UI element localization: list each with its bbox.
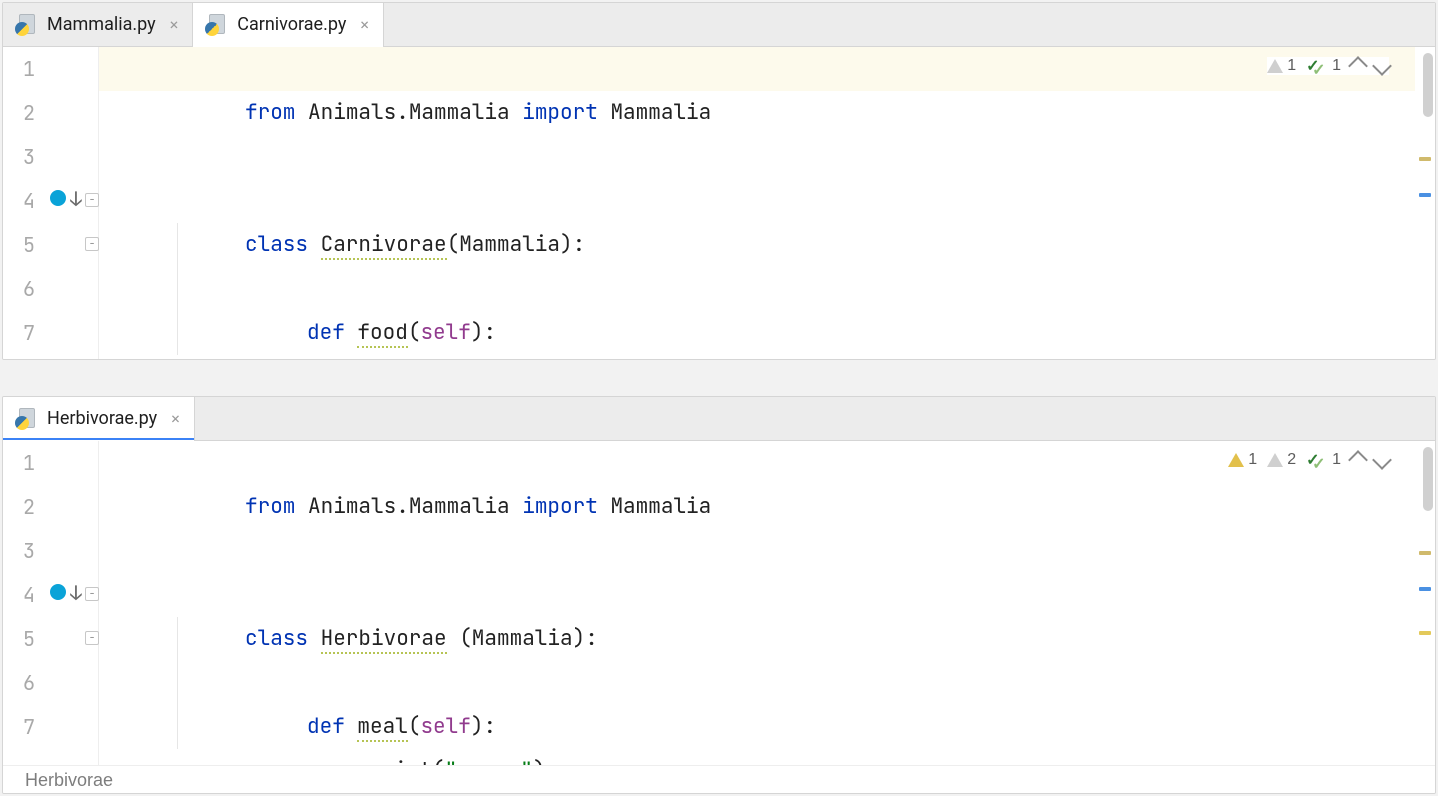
line-number: 4 [3, 573, 43, 617]
editor-body-top[interactable]: 1 2 3 4 5 6 7 from Animals.Mammalia impo… [3, 47, 1435, 359]
code-line[interactable]: def food(self): [99, 223, 1415, 267]
chevron-down-icon[interactable] [1372, 450, 1392, 470]
override-marker-icon[interactable] [47, 581, 69, 603]
split-divider[interactable] [2, 360, 1436, 396]
line-number: 4 [3, 179, 43, 223]
fold-icon[interactable] [85, 193, 99, 207]
check-ok-icon [1306, 452, 1328, 468]
tab-herbivorae[interactable]: Herbivorae.py × [3, 397, 195, 440]
fold-icon[interactable] [85, 631, 99, 645]
editor-body-bottom[interactable]: 1 2 3 4 5 6 7 from Animals.Mammalia impo… [3, 441, 1435, 765]
fold-icon[interactable] [85, 237, 99, 251]
chevron-up-icon[interactable] [1348, 56, 1368, 76]
close-icon[interactable]: × [164, 15, 179, 34]
code-line[interactable]: # TODO [99, 311, 1415, 355]
code-line[interactable] [99, 91, 1415, 135]
inspections-widget-top[interactable]: 1 1 [1267, 57, 1389, 75]
marker-info[interactable] [1419, 587, 1431, 591]
line-number: 2 [3, 485, 43, 529]
code-line[interactable]: def meal(self): [99, 617, 1415, 661]
tab-bar-top: Mammalia.py × Carnivorae.py × [3, 3, 1435, 47]
python-file-icon [207, 14, 229, 36]
code-line[interactable] [99, 529, 1415, 573]
tab-carnivorae[interactable]: Carnivorae.py × [193, 3, 384, 46]
code-line[interactable]: from Animals.Mammalia import Mammalia [99, 47, 1415, 91]
line-number: 3 [3, 135, 43, 179]
line-number: 7 [3, 311, 43, 355]
inspection-weak-warnings[interactable]: 2 [1267, 451, 1296, 469]
line-number: 7 [3, 705, 43, 749]
code-line[interactable]: # TODO [99, 705, 1415, 749]
tab-label: Herbivorae.py [47, 408, 157, 429]
code-line[interactable] [99, 485, 1415, 529]
inspection-warnings[interactable]: 1 [1228, 451, 1257, 469]
python-file-icon [17, 14, 39, 36]
scrollbar-thumb[interactable] [1423, 53, 1433, 117]
code-line[interactable]: class Herbivorae (Mammalia): [99, 573, 1415, 617]
marker-warning[interactable] [1419, 157, 1431, 161]
warning-triangle-dim-icon [1267, 59, 1283, 73]
code-line[interactable]: from Animals.Mammalia import Mammalia [99, 441, 1415, 485]
gutter-top[interactable]: 1 2 3 4 5 6 7 [3, 47, 99, 359]
tab-label: Carnivorae.py [237, 14, 346, 35]
warning-triangle-icon [1228, 453, 1244, 467]
line-number: 1 [3, 47, 43, 91]
inspection-weak-warnings[interactable]: 1 [1267, 57, 1296, 75]
line-number: 3 [3, 529, 43, 573]
line-number: 5 [3, 223, 43, 267]
tab-bar-bottom: Herbivorae.py × [3, 397, 1435, 441]
chevron-down-icon[interactable] [1372, 56, 1392, 76]
code-line[interactable]: print("grass") [99, 661, 1415, 705]
line-number: 2 [3, 91, 43, 135]
scrollbar-thumb[interactable] [1423, 447, 1433, 511]
marker-info[interactable] [1419, 193, 1431, 197]
marker-bar-bottom[interactable] [1415, 441, 1435, 765]
inspection-ok[interactable]: 1 [1306, 451, 1341, 469]
marker-warning[interactable] [1419, 551, 1431, 555]
fold-icon[interactable] [85, 587, 99, 601]
breadcrumb-item[interactable]: Herbivorae [25, 770, 113, 790]
inspections-widget-bottom[interactable]: 1 2 1 [1228, 451, 1389, 469]
editor-pane-top: Mammalia.py × Carnivorae.py × 1 2 3 4 5 … [2, 2, 1436, 360]
line-number: 6 [3, 267, 43, 311]
tab-mammalia[interactable]: Mammalia.py × [3, 3, 193, 46]
inspection-ok[interactable]: 1 [1306, 57, 1341, 75]
code-area-top[interactable]: from Animals.Mammalia import Mammalia cl… [99, 47, 1415, 359]
breadcrumb[interactable]: Herbivorae [3, 765, 1435, 793]
chevron-up-icon[interactable] [1348, 450, 1368, 470]
line-number: 6 [3, 661, 43, 705]
marker-weak-warning[interactable] [1419, 631, 1431, 635]
tab-label: Mammalia.py [47, 14, 156, 35]
line-number: 5 [3, 617, 43, 661]
code-area-bottom[interactable]: from Animals.Mammalia import Mammalia cl… [99, 441, 1415, 765]
code-line[interactable]: class Carnivorae(Mammalia): [99, 179, 1415, 223]
marker-bar-top[interactable] [1415, 47, 1435, 359]
code-line[interactable] [99, 135, 1415, 179]
editor-pane-bottom: Herbivorae.py × 1 2 3 4 5 6 7 from Anima… [2, 396, 1436, 794]
code-line[interactable]: print("meat") [99, 267, 1415, 311]
gutter-bottom[interactable]: 1 2 3 4 5 6 7 [3, 441, 99, 765]
warning-triangle-dim-icon [1267, 453, 1283, 467]
override-marker-icon[interactable] [47, 187, 69, 209]
python-file-icon [17, 408, 39, 430]
close-icon[interactable]: × [354, 15, 369, 34]
line-number: 1 [3, 441, 43, 485]
close-icon[interactable]: × [165, 409, 180, 428]
check-ok-icon [1306, 58, 1328, 74]
